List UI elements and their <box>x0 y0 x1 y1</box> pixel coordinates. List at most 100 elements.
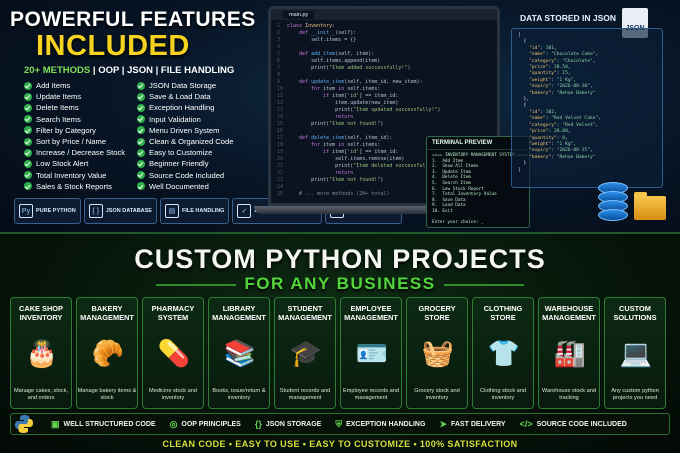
benefit-label: OOP PRINCIPLES <box>181 420 241 428</box>
benefit-icon: {} <box>254 419 262 429</box>
graduation-cap-icon: 🎓 <box>289 337 323 368</box>
project-title: GROCERY STORE <box>418 304 456 322</box>
badge-file: ▤ FILE HANDLING <box>159 198 230 224</box>
project-title: CLOTHING STORE <box>483 304 523 322</box>
feature-label: Well Documented <box>149 181 209 191</box>
json-value: "Chocolate Cake" <box>551 52 596 58</box>
check-icon <box>24 115 32 124</box>
json-panel-title: DATA STORED IN JSON <box>520 13 617 23</box>
methods-summary: 20+ METHODS | OOP | JSON | FILE HANDLING <box>24 65 234 76</box>
benefit-item: ◎ OOP PRINCIPLES <box>170 419 241 430</box>
project-cards: CAKE SHOP INVENTORY 🎂 Manage cakes, stock,… <box>10 297 666 409</box>
check-icon <box>24 171 32 180</box>
json-value: "1 Kg" <box>556 77 574 83</box>
feature-item: Easy to Customize <box>137 147 233 158</box>
feature-label: Beginner Friendly <box>149 159 209 169</box>
check-icon <box>24 104 32 112</box>
feature-item: Beginner Friendly <box>137 158 233 169</box>
project-title: STUDENT MANAGEMENT <box>278 304 332 322</box>
benefit-icon: ◎ <box>169 418 178 429</box>
feature-item: JSON Data Storage <box>137 80 233 91</box>
feature-item: Well Documented <box>137 181 233 192</box>
project-desc: Books, issue/return & inventory <box>212 388 266 401</box>
feature-item: Add Items <box>24 80 125 91</box>
check-icon <box>24 148 32 157</box>
check-icon <box>24 81 32 90</box>
project-card: STUDENT MANAGEMENT 🎓 Student records and m… <box>274 297 336 409</box>
projects-banner: CUSTOM PYTHON PROJECTS FOR ANY BUSINESS … <box>0 232 680 453</box>
project-title: BAKERY MANAGEMENT <box>80 304 134 322</box>
feature-label: Increase / Decrease Stock <box>36 148 126 158</box>
feature-item: Input Validation <box>137 114 233 125</box>
benefit-item: ➤ FAST DELIVERY <box>439 419 505 430</box>
badge-label: PURE PYTHON <box>36 207 76 214</box>
check-icon <box>24 137 32 146</box>
feature-label: Delete Items <box>36 103 79 113</box>
json-value: 28.50 <box>554 65 568 71</box>
methods-count: 20+ METHODS <box>24 65 91 76</box>
benefit-item: {} JSON STORAGE <box>255 419 322 429</box>
benefit-icon: ➤ <box>439 418 447 429</box>
json-panel: [ { "id": 101, "name": "Chocolate Cake",… <box>511 28 663 188</box>
feature-item: Sort by Price / Name <box>24 136 125 147</box>
feature-item: Low Stock Alert <box>24 158 125 169</box>
python-logo-icon <box>15 415 33 433</box>
json-value: "Red Velvet Cake" <box>551 116 599 122</box>
file-icon: ▤ <box>164 204 179 218</box>
feature-item: Clean & Organized Code <box>137 136 233 147</box>
project-card: GROCERY STORE 🧺 Grocery stock and inventor… <box>406 297 468 409</box>
benefit-label: WELL STRUCTURED CODE <box>63 420 156 428</box>
medicine-icon: 💊 <box>157 337 191 368</box>
json-value: 102 <box>545 109 555 115</box>
clothes-rack-icon: 👕 <box>487 337 521 368</box>
feature-label: Filter by Category <box>36 125 96 135</box>
feature-label: Source Code Included <box>149 170 225 180</box>
project-card: PHARMACY SYSTEM 💊 Medicine stock and inven… <box>142 297 204 409</box>
benefit-icon: ⛨ <box>335 418 343 429</box>
json-value: "Rehan Bakery" <box>556 154 596 160</box>
feature-item: Delete Items <box>24 102 125 113</box>
feature-item: Total Inventory Value <box>24 170 125 181</box>
feature-item: Save & Load Data <box>137 91 233 102</box>
database-icon <box>598 182 628 222</box>
check-icon <box>24 160 32 169</box>
feature-label: Easy to Customize <box>149 148 213 158</box>
check-icon <box>137 160 145 169</box>
badge-label: JSON DATABASE <box>105 207 152 214</box>
feature-label: Total Inventory Value <box>36 170 107 180</box>
check-icon <box>137 137 145 146</box>
feature-item: Increase / Decrease Stock <box>24 147 125 158</box>
project-title: CAKE SHOP INVENTORY <box>19 304 63 322</box>
badge-python: Py PURE PYTHON <box>14 198 81 224</box>
benefit-label: EXCEPTION HANDLING <box>346 420 426 428</box>
feature-item: Update Items <box>24 91 125 102</box>
project-card: CUSTOM SOLUTIONS 💻 Any custom python proje… <box>604 297 666 409</box>
check-icon <box>137 182 145 191</box>
cake-icon: 🎂 <box>25 337 59 368</box>
check-icon <box>137 126 145 135</box>
json-value: 8 <box>562 135 566 141</box>
feature-item: Search Items <box>24 114 125 125</box>
feature-label: Add Items <box>36 81 71 90</box>
id-card-icon: 🪪 <box>355 337 389 368</box>
project-desc: Manage bakery items & stock <box>77 388 137 401</box>
project-card: CLOTHING STORE 👕 Clothing stock and invent… <box>472 297 534 409</box>
check-icon <box>137 92 145 101</box>
badge-json: { } JSON DATABASE <box>83 198 157 224</box>
project-title: LIBRARY MANAGEMENT <box>212 304 266 322</box>
feature-label: Exception Handling <box>149 103 215 113</box>
laptop-icon: 💻 <box>619 337 653 368</box>
benefit-item: ⛨ EXCEPTION HANDLING <box>335 419 425 430</box>
project-card: LIBRARY MANAGEMENT 📚 Books, issue/return &… <box>208 297 270 409</box>
project-desc: Grocery stock and inventory <box>414 388 460 401</box>
feature-item: Sales & Stock Reports <box>24 181 125 192</box>
benefit-item: ▣ WELL STRUCTURED CODE <box>51 419 156 430</box>
json-value: "Rehan Bakery" <box>556 90 596 96</box>
features-title-highlight: INCLUDED <box>36 30 190 62</box>
feature-label: Search Items <box>36 114 81 124</box>
json-icon: { } <box>88 204 103 218</box>
project-title: PHARMACY SYSTEM <box>151 304 195 322</box>
projects-title: CUSTOM PYTHON PROJECTS <box>134 244 546 274</box>
benefits-strip: ▣ WELL STRUCTURED CODE ◎ OOP PRINCIPLES {} JS… <box>10 413 670 435</box>
warehouse-icon: 🏭 <box>553 337 587 368</box>
